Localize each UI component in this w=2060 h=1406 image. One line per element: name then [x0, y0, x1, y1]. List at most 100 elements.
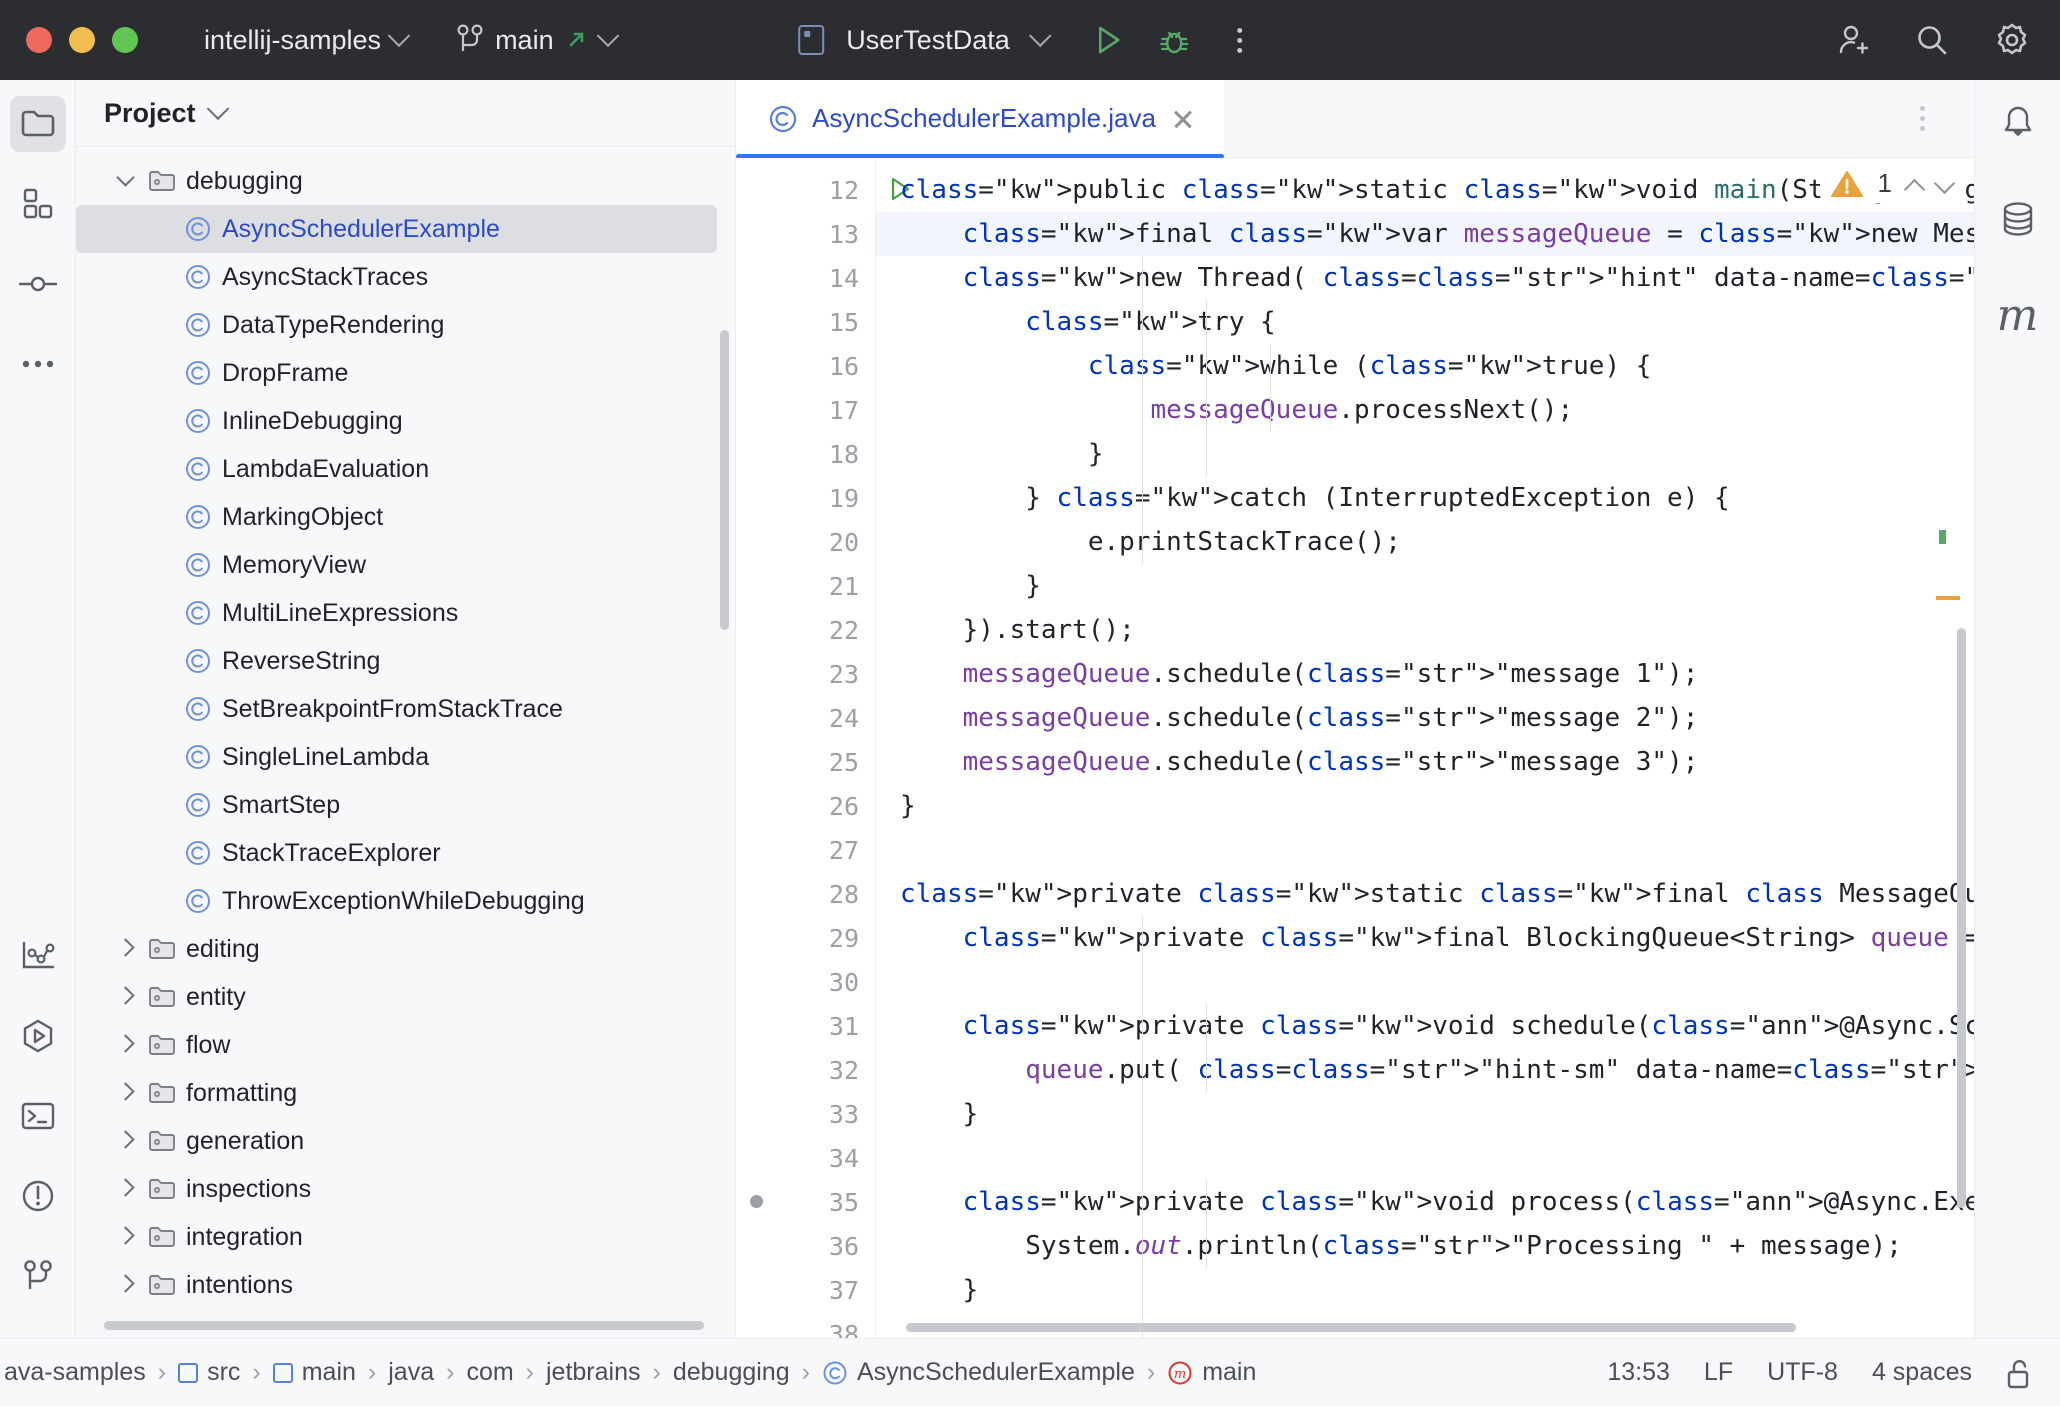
- code-line[interactable]: }).start();: [876, 608, 1974, 652]
- code-line[interactable]: queue.put( class=class="str">"hint-sm" d…: [876, 1048, 1974, 1092]
- tree-node-inspections[interactable]: inspections: [76, 1165, 735, 1213]
- line-number[interactable]: 19: [736, 476, 875, 520]
- line-number[interactable]: 35: [736, 1180, 875, 1224]
- code-line[interactable]: [876, 960, 1974, 1004]
- tree-node-reversestring[interactable]: ReverseString: [76, 637, 735, 685]
- branch-selector[interactable]: main: [457, 23, 616, 57]
- debug-button[interactable]: [1152, 18, 1196, 62]
- code-line[interactable]: class="kw">while (class="kw">true) {: [876, 344, 1974, 388]
- indent-setting[interactable]: 4 spaces: [1872, 1358, 1972, 1387]
- tree-node-markingobject[interactable]: MarkingObject: [76, 493, 735, 541]
- file-encoding[interactable]: UTF-8: [1767, 1358, 1838, 1387]
- code-line[interactable]: [876, 1136, 1974, 1180]
- chevron-right-icon[interactable]: [116, 1226, 138, 1248]
- code-line[interactable]: class="kw">private class="kw">static cla…: [876, 872, 1974, 916]
- sidebar-item-structure[interactable]: [10, 176, 66, 232]
- close-icon[interactable]: [1170, 106, 1196, 132]
- tree-node-smartstep[interactable]: SmartStep: [76, 781, 735, 829]
- code-content[interactable]: class="kw">public class="kw">static clas…: [876, 158, 1974, 1338]
- sidebar-item-commit[interactable]: [10, 256, 66, 312]
- line-number[interactable]: 30: [736, 960, 875, 1004]
- sidebar-item-terminal[interactable]: [10, 1088, 66, 1144]
- line-number[interactable]: 33: [736, 1092, 875, 1136]
- tree-node-throwexceptionwhiledebugging[interactable]: ThrowExceptionWhileDebugging: [76, 877, 735, 925]
- chevron-right-icon[interactable]: [116, 1130, 138, 1152]
- tree-node-dropframe[interactable]: DropFrame: [76, 349, 735, 397]
- breadcrumb-item-main[interactable]: mmain: [1157, 1358, 1266, 1387]
- code-line[interactable]: }: [876, 564, 1974, 608]
- read-only-toggle[interactable]: [2006, 1358, 2032, 1388]
- maximize-window-button[interactable]: [112, 27, 138, 53]
- minimize-window-button[interactable]: [69, 27, 95, 53]
- tree-node-inlinedebugging[interactable]: InlineDebugging: [76, 397, 735, 445]
- sidebar-item-project[interactable]: [10, 96, 66, 152]
- tree-node-generation[interactable]: generation: [76, 1117, 735, 1165]
- code-line[interactable]: class="kw">final class="kw">var messageQ…: [876, 212, 1974, 256]
- line-number[interactable]: 28: [736, 872, 875, 916]
- inspection-widget[interactable]: 1: [1820, 164, 1964, 203]
- breadcrumb-item-com[interactable]: com: [456, 1358, 523, 1387]
- code-line[interactable]: }: [876, 432, 1974, 476]
- sidebar-item-run[interactable]: [10, 1008, 66, 1064]
- tree-node-entity[interactable]: entity: [76, 973, 735, 1021]
- code-line[interactable]: }: [876, 784, 1974, 828]
- more-options-button[interactable]: [1218, 18, 1262, 62]
- tree-node-debugging[interactable]: debugging: [76, 157, 735, 205]
- chevron-right-icon[interactable]: [116, 1274, 138, 1296]
- line-number[interactable]: 25: [736, 740, 875, 784]
- code-line[interactable]: messageQueue.schedule(class="str">"messa…: [876, 740, 1974, 784]
- line-number[interactable]: 36: [736, 1224, 875, 1268]
- code-line[interactable]: class="kw">private class="kw">final Bloc…: [876, 916, 1974, 960]
- previous-problem-button[interactable]: [1906, 176, 1922, 192]
- search-button[interactable]: [1910, 18, 1954, 62]
- line-number-gutter[interactable]: 1213141516171819202122232425262728293031…: [736, 158, 876, 1338]
- line-number[interactable]: 38: [736, 1312, 875, 1338]
- caret-position[interactable]: 13:53: [1607, 1358, 1670, 1387]
- breadcrumb[interactable]: ava-samples›src›main›java›com›jetbrains›…: [0, 1358, 1266, 1387]
- chevron-down-icon[interactable]: [206, 97, 229, 120]
- run-config-label[interactable]: UserTestData: [846, 25, 1010, 56]
- chevron-down-icon[interactable]: [1028, 24, 1051, 47]
- code-line[interactable]: System.out.println(class="str">"Processi…: [876, 1224, 1974, 1268]
- project-selector[interactable]: intellij-samples: [194, 19, 417, 62]
- line-number[interactable]: 34: [736, 1136, 875, 1180]
- line-number[interactable]: 23: [736, 652, 875, 696]
- code-line[interactable]: class="kw">private class="kw">void sched…: [876, 1004, 1974, 1048]
- breadcrumb-item-asyncschedulerexample[interactable]: AsyncSchedulerExample: [812, 1358, 1145, 1387]
- line-number[interactable]: 12: [736, 168, 875, 212]
- editor-vertical-scrollbar[interactable]: [1957, 628, 1966, 1208]
- tree-node-intentions[interactable]: intentions: [76, 1261, 735, 1309]
- chevron-right-icon[interactable]: [116, 938, 138, 960]
- chevron-right-icon[interactable]: [116, 986, 138, 1008]
- next-problem-button[interactable]: [1936, 176, 1952, 192]
- tree-node-integration[interactable]: integration: [76, 1213, 735, 1261]
- code-line[interactable]: messageQueue.schedule(class="str">"messa…: [876, 652, 1974, 696]
- editor-options-button[interactable]: [1900, 97, 1944, 141]
- line-number[interactable]: 24: [736, 696, 875, 740]
- code-line[interactable]: messageQueue.schedule(class="str">"messa…: [876, 696, 1974, 740]
- code-viewport[interactable]: 1213141516171819202122232425262728293031…: [736, 158, 1974, 1338]
- chevron-right-icon[interactable]: [116, 1034, 138, 1056]
- add-user-button[interactable]: [1830, 18, 1874, 62]
- breadcrumb-item-main[interactable]: main: [263, 1358, 366, 1387]
- maven-button[interactable]: m: [1988, 286, 2048, 346]
- code-line[interactable]: }: [876, 1268, 1974, 1312]
- tree-node-datatyperendering[interactable]: DataTypeRendering: [76, 301, 735, 349]
- line-number[interactable]: 20: [736, 520, 875, 564]
- line-number[interactable]: 17: [736, 388, 875, 432]
- code-line[interactable]: class="kw">new Thread( class=class="str"…: [876, 256, 1974, 300]
- editor-horizontal-scrollbar[interactable]: [906, 1323, 1796, 1332]
- project-tree[interactable]: debuggingAsyncSchedulerExampleAsyncStack…: [76, 147, 735, 1338]
- database-button[interactable]: [1988, 190, 2048, 250]
- breadcrumb-item-jetbrains[interactable]: jetbrains: [536, 1358, 651, 1387]
- tree-node-formatting[interactable]: formatting: [76, 1069, 735, 1117]
- breadcrumb-item-java[interactable]: java: [378, 1358, 444, 1387]
- tree-horizontal-scrollbar[interactable]: [104, 1321, 704, 1330]
- chevron-down-icon[interactable]: [116, 170, 138, 192]
- line-number[interactable]: 21: [736, 564, 875, 608]
- breadcrumb-item-ava-samples[interactable]: ava-samples: [0, 1358, 156, 1387]
- sidebar-item-version-control[interactable]: [10, 1248, 66, 1304]
- line-number[interactable]: 27: [736, 828, 875, 872]
- close-window-button[interactable]: [26, 27, 52, 53]
- tree-node-stacktraceexplorer[interactable]: StackTraceExplorer: [76, 829, 735, 877]
